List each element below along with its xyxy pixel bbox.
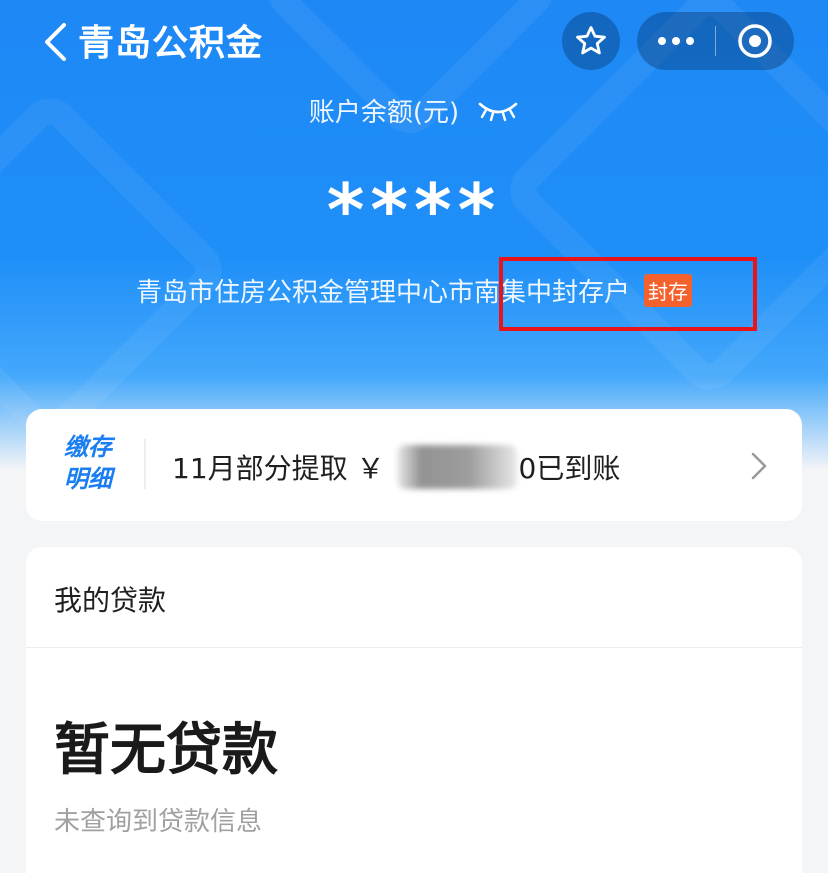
ellipsis-icon xyxy=(658,37,694,45)
deposit-detail-logo: 缴存 明细 xyxy=(56,431,120,495)
deposit-logo-line2: 明细 xyxy=(64,465,112,493)
deposit-notice-prefix: 11月部分提取 ￥ xyxy=(172,452,385,485)
loan-empty-subtitle: 未查询到贷款信息 xyxy=(54,807,263,837)
chevron-left-icon xyxy=(45,23,66,61)
deposit-logo-line1: 缴存 xyxy=(64,433,112,461)
account-hero: 青岛公积金 账户余额(元) **** 青岛市住房公积金管理中心市南集中封存户 封… xyxy=(0,0,828,470)
background-decoration xyxy=(0,86,234,454)
chevron-right-icon xyxy=(750,451,768,485)
back-button[interactable] xyxy=(40,20,70,64)
favorite-button[interactable] xyxy=(562,12,620,70)
close-miniprogram-button[interactable] xyxy=(716,12,794,70)
star-icon xyxy=(576,26,606,55)
loan-divider xyxy=(26,647,802,648)
my-loan-card: 我的贷款 暂无贷款 未查询到贷款信息 xyxy=(26,547,802,873)
balance-label-row: 账户余额(元) xyxy=(0,92,828,129)
deposit-notice-suffix: 0已到账 xyxy=(518,452,621,485)
annotation-highlight-box xyxy=(499,257,757,331)
eye-closed-icon[interactable] xyxy=(477,100,519,122)
loan-empty-title: 暂无贷款 xyxy=(54,718,278,783)
target-circle-icon xyxy=(738,24,772,58)
more-button[interactable] xyxy=(637,12,715,70)
deposit-detail-card[interactable]: 缴存 明细 11月部分提取 ￥ 0已到账 xyxy=(26,409,802,521)
redacted-amount xyxy=(396,445,517,489)
page-title: 青岛公积金 xyxy=(78,23,264,64)
miniprogram-capsule xyxy=(637,12,794,70)
loan-section-title: 我的贷款 xyxy=(54,584,167,617)
deposit-notice: 11月部分提取 ￥ 0已到账 xyxy=(172,445,620,489)
balance-value: **** xyxy=(326,168,502,252)
balance-label: 账户余额(元) xyxy=(308,98,460,128)
deposit-divider xyxy=(144,439,146,489)
